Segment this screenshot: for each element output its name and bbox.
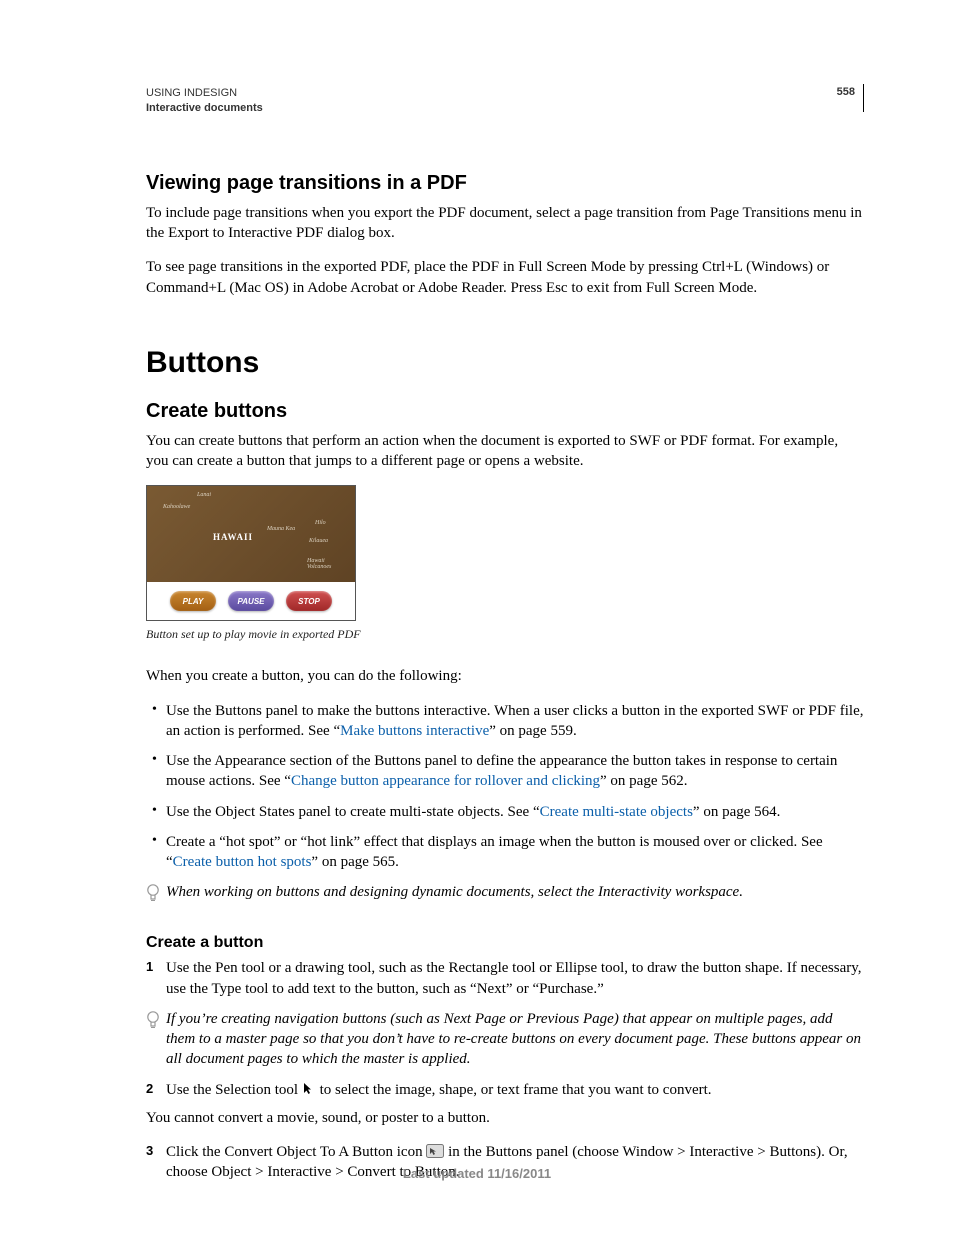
heading-viewing-transitions: Viewing page transitions in a PDF <box>146 172 864 195</box>
tip: If you’re creating navigation buttons (s… <box>146 1009 864 1070</box>
link-change-button-appearance[interactable]: Change button appearance for rollover an… <box>291 773 600 789</box>
text: Click the Convert Object To A Button ico… <box>166 1144 426 1160</box>
convert-to-button-icon <box>426 1144 444 1158</box>
list-item: Use the Appearance section of the Button… <box>146 751 864 792</box>
lightbulb-icon <box>146 884 160 904</box>
paragraph: When you create a button, you can do the… <box>146 666 864 686</box>
bullet-list: Use the Buttons panel to make the button… <box>146 701 864 873</box>
tip: When working on buttons and designing dy… <box>146 882 864 904</box>
text: ” on page 559. <box>489 723 576 739</box>
figure-controls: PLAY PAUSE STOP <box>147 582 355 620</box>
paragraph: You can create buttons that perform an a… <box>146 431 864 472</box>
page-footer: Last updated 11/16/2011 <box>0 1166 954 1181</box>
tip-text: If you’re creating navigation buttons (s… <box>166 1009 864 1070</box>
paragraph: You cannot convert a movie, sound, or po… <box>146 1108 864 1128</box>
text: ” on page 562. <box>600 773 687 789</box>
steps-list: Use the Pen tool or a drawing tool, such… <box>146 958 864 999</box>
lightbulb-icon <box>146 1011 160 1031</box>
figure-map-label: HAWAII <box>213 532 253 542</box>
text: Use the Object States panel to create mu… <box>166 804 540 820</box>
header-breadcrumb: USING INDESIGN Interactive documents <box>146 86 263 117</box>
play-button[interactable]: PLAY <box>170 591 216 611</box>
figure-map: Lanai Kahoolawe Mauna Kea Hilo Kilauea H… <box>147 486 355 582</box>
heading-create-buttons: Create buttons <box>146 400 864 423</box>
selection-tool-icon <box>302 1082 316 1096</box>
page-number: 558 <box>837 86 863 116</box>
text: ” on page 564. <box>693 804 780 820</box>
list-item: Create a “hot spot” or “hot link” effect… <box>146 832 864 873</box>
heading-buttons: Buttons <box>146 346 864 380</box>
header-rule <box>863 84 864 112</box>
tip-text: When working on buttons and designing dy… <box>166 882 743 902</box>
figure-box: Lanai Kahoolawe Mauna Kea Hilo Kilauea H… <box>146 485 356 621</box>
pause-button[interactable]: PAUSE <box>228 591 274 611</box>
figure-caption: Button set up to play movie in exported … <box>146 627 864 642</box>
text: ” on page 565. <box>311 854 398 870</box>
stop-button[interactable]: STOP <box>286 591 332 611</box>
header-product: USING INDESIGN <box>146 86 263 101</box>
page-header: USING INDESIGN Interactive documents 558 <box>146 86 864 117</box>
heading-create-a-button: Create a button <box>146 934 864 952</box>
text: to select the image, shape, or text fram… <box>320 1082 712 1098</box>
paragraph: To include page transitions when you exp… <box>146 203 864 244</box>
link-make-buttons-interactive[interactable]: Make buttons interactive <box>340 723 489 739</box>
paragraph: To see page transitions in the exported … <box>146 257 864 298</box>
step-2: Use the Selection tool to select the ima… <box>146 1080 864 1100</box>
step-1: Use the Pen tool or a drawing tool, such… <box>146 958 864 999</box>
page-number-block: 558 <box>837 86 864 116</box>
figure: Lanai Kahoolawe Mauna Kea Hilo Kilauea H… <box>146 485 864 642</box>
text: Use the Selection tool <box>166 1082 302 1098</box>
link-create-button-hot-spots[interactable]: Create button hot spots <box>173 854 312 870</box>
header-section: Interactive documents <box>146 101 263 116</box>
document-page: USING INDESIGN Interactive documents 558… <box>0 0 954 1235</box>
link-create-multi-state-objects[interactable]: Create multi-state objects <box>540 804 693 820</box>
list-item: Use the Object States panel to create mu… <box>146 802 864 822</box>
steps-list-cont: Use the Selection tool to select the ima… <box>146 1080 864 1100</box>
list-item: Use the Buttons panel to make the button… <box>146 701 864 742</box>
